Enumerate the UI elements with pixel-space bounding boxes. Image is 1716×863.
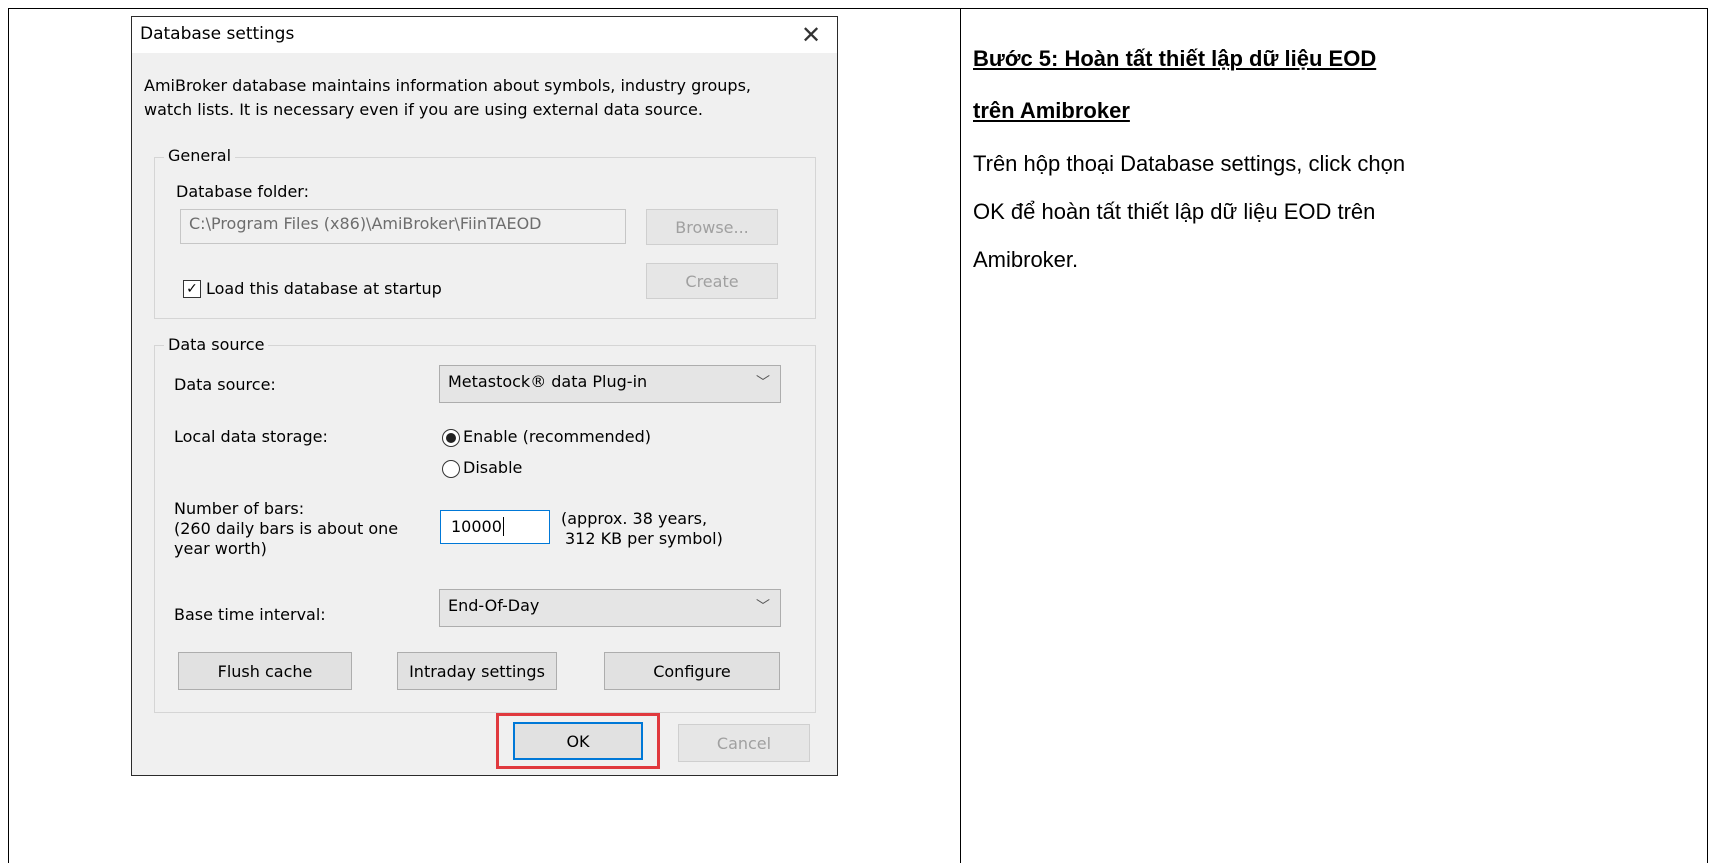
- text-cursor: [502, 517, 509, 536]
- chevron-down-icon: ﹀: [756, 375, 770, 391]
- database-folder-field[interactable]: C:\Program Files (x86)\AmiBroker\FiinTAE…: [180, 209, 626, 244]
- base-interval-value: End-Of-Day: [448, 596, 540, 615]
- data-source-select[interactable]: Metastock® data Plug-in ﹀: [439, 365, 781, 403]
- chevron-down-icon: ﹀: [756, 599, 770, 615]
- bars-label-line: year worth): [174, 539, 267, 558]
- bars-label-line: Number of bars:: [174, 499, 305, 518]
- flush-cache-button[interactable]: Flush cache: [178, 652, 352, 690]
- data-source-legend: Data source: [164, 335, 269, 354]
- ok-button[interactable]: OK: [513, 722, 643, 760]
- dialog-description: AmiBroker database maintains information…: [144, 74, 834, 122]
- database-folder-label: Database folder:: [176, 182, 309, 201]
- number-of-bars-value: 10000: [451, 517, 502, 536]
- data-source-value: Metastock® data Plug-in: [448, 372, 648, 391]
- step-heading-line: Bước 5: Hoàn tất thiết lập dữ liệu EOD: [973, 46, 1377, 71]
- load-at-startup-label: Load this database at startup: [206, 279, 442, 298]
- close-icon[interactable]: ✕: [797, 17, 825, 53]
- disable-radio[interactable]: [442, 460, 460, 478]
- dialog-title: Database settings: [140, 24, 295, 44]
- bars-note-line: 312 KB per symbol): [565, 529, 723, 548]
- step-heading-line: trên Amibroker: [973, 98, 1130, 123]
- description-line: watch lists. It is necessary even if you…: [144, 100, 703, 119]
- bars-note: (approx. 38 years, 312 KB per symbol): [561, 509, 723, 549]
- number-of-bars-input[interactable]: 10000: [440, 510, 550, 544]
- dialog-titlebar: Database settings ✕: [132, 17, 837, 53]
- enable-radio[interactable]: [442, 429, 460, 447]
- step-body-line: Trên hộp thoại Database settings, click …: [973, 151, 1406, 176]
- bars-label-line: (260 daily bars is about one: [174, 519, 399, 538]
- local-storage-label: Local data storage:: [174, 427, 328, 446]
- browse-button[interactable]: Browse...: [646, 209, 778, 245]
- enable-radio-label: Enable (recommended): [463, 427, 652, 446]
- step-body-line: Amibroker.: [973, 247, 1079, 272]
- cancel-button[interactable]: Cancel: [678, 724, 810, 762]
- step-body: Trên hộp thoại Database settings, click …: [973, 140, 1693, 284]
- data-source-label: Data source:: [174, 375, 276, 394]
- load-at-startup-checkbox[interactable]: ✓: [183, 280, 201, 298]
- intraday-settings-button[interactable]: Intraday settings: [397, 652, 557, 690]
- bars-note-line: (approx. 38 years,: [561, 509, 708, 528]
- database-settings-dialog: Database settings ✕ AmiBroker database m…: [131, 16, 838, 776]
- create-button[interactable]: Create: [646, 263, 778, 299]
- general-legend: General: [164, 146, 236, 165]
- base-interval-label: Base time interval:: [174, 605, 326, 624]
- number-of-bars-label: Number of bars: (260 daily bars is about…: [174, 499, 398, 559]
- base-interval-select[interactable]: End-Of-Day ﹀: [439, 589, 781, 627]
- configure-button[interactable]: Configure: [604, 652, 780, 690]
- disable-radio-label: Disable: [463, 458, 523, 477]
- table-column-divider: [960, 8, 961, 863]
- step-body-line: OK để hoàn tất thiết lập dữ liệu EOD trê…: [973, 199, 1376, 224]
- description-line: AmiBroker database maintains information…: [144, 76, 751, 95]
